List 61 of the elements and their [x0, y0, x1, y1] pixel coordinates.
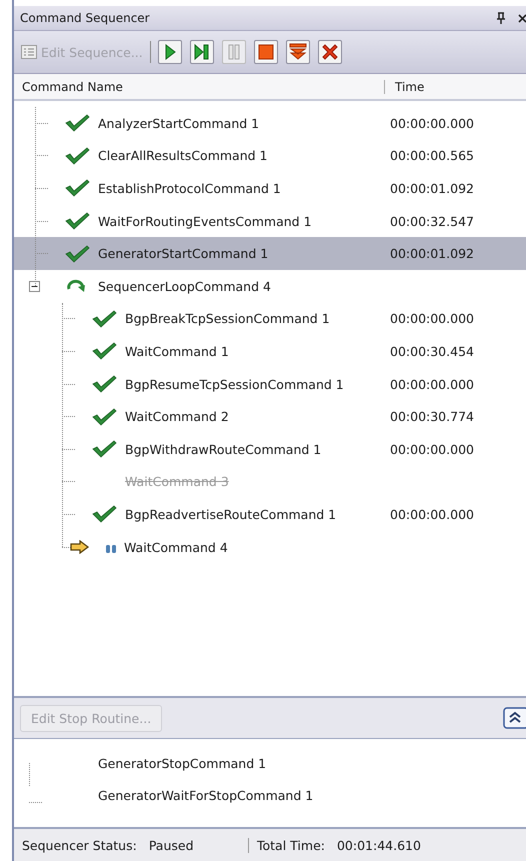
column-header[interactable]: Time	[385, 80, 424, 94]
command-name: ClearAllResultsCommand 1	[98, 148, 268, 164]
tree-row[interactable]: AnalyzerStartCommand 1 00:00:00.000	[14, 107, 526, 140]
tree-row[interactable]: WaitForRoutingEventsCommand 1 00:00:32.547	[14, 204, 526, 238]
time-cell-text: 00:00:01.092	[389, 180, 474, 196]
command-name: WaitCommand 1	[125, 344, 229, 359]
time-cell-text: 00:00:30.774	[389, 409, 474, 424]
command-name: WaitCommand 4	[124, 540, 228, 555]
down-arrows-icon	[288, 42, 308, 62]
command-name: EstablishProtocolCommand 1	[98, 180, 281, 196]
command-name: WaitForRoutingEventsCommand 1	[98, 214, 312, 229]
command-name: BgpWithdrawRouteCommand 1	[125, 442, 322, 457]
abort-button[interactable]	[318, 40, 342, 64]
time-cell-text: 00:00:00.000	[389, 116, 474, 131]
status-label: Total Time:	[257, 838, 325, 852]
status-label: Sequencer Status:	[22, 838, 137, 852]
status-value: 00:01:44.610	[336, 838, 421, 852]
list-icon	[21, 45, 37, 59]
tree-row[interactable]: BgpWithdrawRouteCommand 1 00:00:00.000	[14, 432, 526, 466]
tree-row[interactable]: WaitCommand 4	[14, 530, 526, 564]
status-value: Paused	[148, 838, 194, 852]
time-cell-text: 00:00:00.565	[389, 148, 474, 164]
play-button[interactable]	[158, 40, 182, 64]
command-name: WaitCommand 2	[125, 409, 229, 424]
time-cell-text: 00:00:00.000	[389, 311, 474, 326]
time-cell-text: 00:00:00.000	[389, 442, 474, 457]
pause-icon	[105, 544, 117, 554]
command-name: BgpBreakTcpSessionCommand 1	[125, 311, 330, 326]
tree-row[interactable]: BgpReadvertiseRouteCommand 1 00:00:00.000	[14, 498, 526, 531]
tree-row[interactable]: BgpBreakTcpSessionCommand 1 00:00:00.000	[14, 302, 526, 336]
tree-row[interactable]: ClearAllResultsCommand 1 00:00:00.565	[14, 140, 526, 172]
stop-command-name: GeneratorWaitForStopCommand 1	[98, 788, 314, 802]
command-name: GeneratorStartCommand 1	[98, 246, 268, 262]
pin-icon[interactable]	[496, 12, 506, 24]
command-name: WaitCommand 3	[125, 474, 229, 490]
tree-row[interactable]: EstablishProtocolCommand 1 00:00:01.092	[14, 172, 526, 205]
tree-row[interactable]: WaitCommand 2 00:00:30.774	[14, 400, 526, 433]
command-name: BgpReadvertiseRouteCommand 1	[125, 506, 336, 522]
close-icon[interactable]	[518, 14, 526, 22]
collapse-toggle-icon[interactable]	[29, 280, 42, 292]
command-name: SequencerLoopCommand 4	[98, 278, 271, 294]
command-name: AnalyzerStartCommand 1	[98, 116, 260, 131]
stop-button[interactable]	[254, 40, 278, 64]
panel-title: Command Sequencer	[20, 11, 151, 25]
close-icon	[320, 42, 340, 62]
command-name: BgpResumeTcpSessionCommand 1	[125, 376, 344, 392]
time-cell-text: 00:00:00.000	[389, 506, 474, 522]
time-cell-text: 00:00:01.092	[389, 246, 474, 262]
column-header[interactable]: Command Name	[14, 80, 385, 94]
stop-command-name: GeneratorStopCommand 1	[98, 756, 266, 770]
step-button[interactable]	[190, 40, 214, 64]
stop-routine-button[interactable]	[286, 40, 310, 64]
time-cell-text: 00:00:32.547	[389, 214, 474, 229]
time-cell-text: 00:00:00.000	[389, 376, 474, 392]
stop-icon	[256, 42, 276, 62]
tree-row[interactable]: WaitCommand 1 00:00:30.454	[14, 335, 526, 368]
tree-row[interactable]: SequencerLoopCommand 4	[14, 270, 526, 303]
tree-row[interactable]: GeneratorStartCommand 1 00:00:01.092	[14, 237, 526, 270]
double-chevron-up-icon[interactable]	[503, 707, 526, 729]
tree-row[interactable]: BgpResumeTcpSessionCommand 1 00:00:00.000	[14, 368, 526, 400]
time-cell-text: 00:00:30.454	[389, 344, 474, 359]
